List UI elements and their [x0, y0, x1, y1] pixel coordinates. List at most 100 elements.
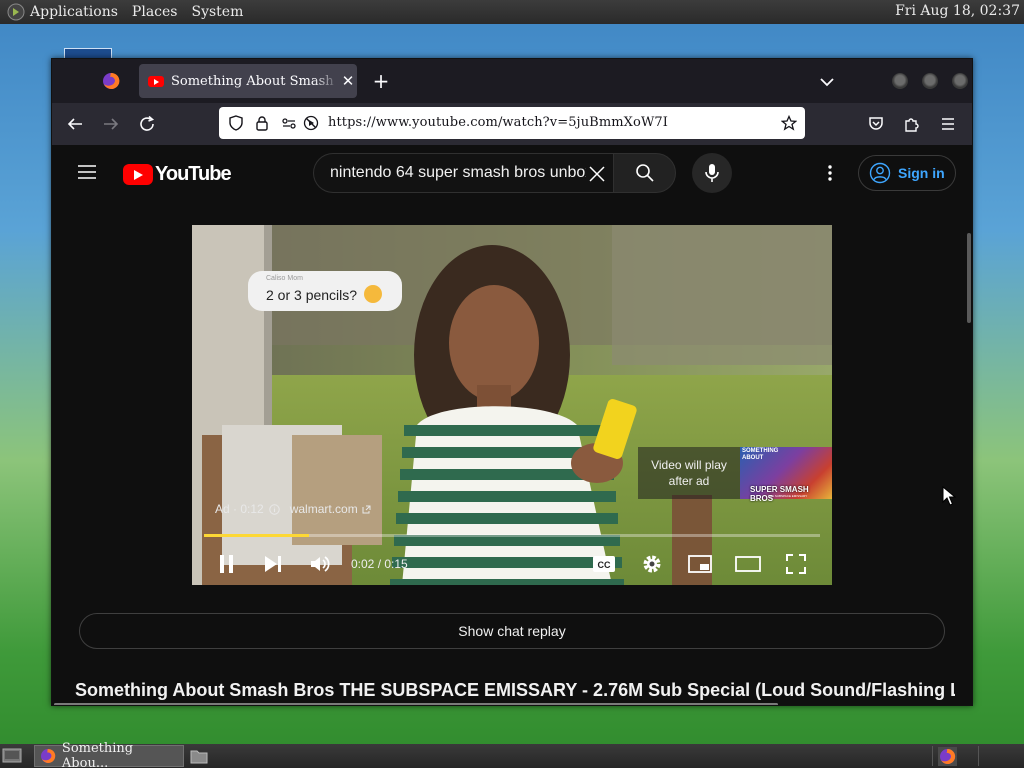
- thumb-top-text: SOMETHING ABOUT: [742, 448, 779, 461]
- mute-button[interactable]: [307, 551, 333, 577]
- ad-preview-label: Video will play after ad: [638, 447, 740, 499]
- video-player[interactable]: Caliso Mom 2 or 3 pencils? Video will pl…: [192, 225, 832, 585]
- vertical-scrollbar[interactable]: [967, 233, 971, 323]
- permissions-icon[interactable]: [281, 115, 297, 131]
- search-button[interactable]: [613, 153, 676, 193]
- file-manager-icon[interactable]: [189, 747, 209, 765]
- grimace-emoji-icon: [364, 285, 382, 303]
- fullscreen-button[interactable]: [783, 551, 809, 577]
- chat-sender: Caliso Mom: [266, 275, 303, 282]
- tab-title: Something About Smash Bros THE SUBSPACE …: [171, 73, 339, 89]
- ad-preview-line1: Video will play: [651, 458, 727, 472]
- tracking-shield-icon[interactable]: [228, 115, 244, 131]
- ad-info-icon[interactable]: [269, 503, 280, 515]
- volume-icon: [311, 556, 330, 572]
- external-link-icon: [362, 505, 371, 513]
- panel-clock[interactable]: Fri Aug 18, 02:37: [895, 3, 1020, 19]
- thumb-sub-text: THE SUBSPACE EMISSARY: [768, 494, 808, 498]
- fullscreen-icon: [786, 554, 806, 574]
- voice-search-button[interactable]: [692, 153, 732, 193]
- tab-bar: Something About Smash Bros THE SUBSPACE …: [52, 59, 972, 103]
- account-icon: [869, 162, 891, 184]
- youtube-play-icon: [123, 164, 153, 185]
- youtube-header: YouTube nintendo 64 super smash bros unb…: [52, 145, 972, 201]
- taskbar-window-label: Something Abou...: [61, 741, 134, 768]
- show-chat-replay-button[interactable]: Show chat replay: [79, 613, 945, 649]
- sign-in-button[interactable]: Sign in: [858, 155, 956, 191]
- upcoming-video-thumbnail[interactable]: SOMETHING ABOUT SUPER SMASH BROS THE SUB…: [740, 447, 832, 503]
- top-panel: Applications Places System Fri Aug 18, 0…: [0, 0, 1024, 24]
- pause-button[interactable]: [214, 551, 240, 577]
- forward-arrow-icon[interactable]: [101, 114, 121, 134]
- ad-preview[interactable]: Video will play after ad SOMETHING ABOUT…: [638, 447, 832, 503]
- window-maximize-button[interactable]: [922, 73, 938, 89]
- more-vertical-icon: [828, 165, 832, 181]
- reload-icon[interactable]: [137, 114, 157, 134]
- bottom-panel: Something Abou...: [0, 741, 1024, 768]
- places-menu[interactable]: Places: [132, 4, 178, 20]
- youtube-logo[interactable]: YouTube: [123, 163, 232, 186]
- subtitles-button[interactable]: CC: [591, 551, 617, 577]
- theater-mode-button[interactable]: [735, 551, 761, 577]
- list-all-tabs-icon[interactable]: [818, 73, 836, 91]
- video-title: Something About Smash Bros THE SUBSPACE …: [75, 680, 955, 700]
- advertiser-link[interactable]: walmart.com: [290, 502, 358, 516]
- tray-separator: [978, 746, 979, 766]
- skip-next-icon: [265, 556, 281, 572]
- gear-icon: [643, 555, 661, 573]
- pocket-icon[interactable]: [866, 114, 886, 134]
- youtube-wordmark: YouTube: [155, 163, 232, 185]
- nav-bar: https://www.youtube.com/watch?v=5juBmmXo…: [52, 103, 972, 145]
- ad-chat-bubble: Caliso Mom 2 or 3 pencils?: [248, 271, 402, 311]
- time-display: 0:02 / 0:15: [351, 557, 408, 571]
- svg-text:CC: CC: [598, 560, 611, 570]
- sign-in-label: Sign in: [898, 165, 945, 181]
- ad-info: Ad · 0:12 walmart.com: [215, 502, 371, 516]
- settings-more-button[interactable]: [820, 161, 840, 185]
- next-button[interactable]: [260, 551, 286, 577]
- youtube-favicon-icon: [148, 75, 164, 87]
- show-desktop-icon[interactable]: [2, 748, 22, 764]
- window-minimize-button[interactable]: [892, 73, 908, 89]
- horizontal-scrollbar[interactable]: [54, 703, 778, 705]
- firefox-window: Something About Smash Bros THE SUBSPACE …: [51, 58, 973, 706]
- theater-mode-icon: [735, 556, 761, 572]
- gnome-foot-icon[interactable]: [6, 2, 26, 22]
- firefox-view-icon[interactable]: [102, 72, 120, 90]
- settings-button[interactable]: [639, 551, 665, 577]
- search-input[interactable]: nintendo 64 super smash bros unboxing: [313, 153, 613, 193]
- guide-menu-icon[interactable]: [77, 164, 97, 180]
- tab-youtube[interactable]: Something About Smash Bros THE SUBSPACE …: [139, 64, 357, 98]
- search-query-text: nintendo 64 super smash bros unboxing: [330, 164, 586, 181]
- back-arrow-icon[interactable]: [65, 114, 85, 134]
- taskbar-window-firefox[interactable]: Something Abou...: [34, 741, 184, 768]
- search-icon: [635, 164, 654, 182]
- window-close-button[interactable]: [952, 73, 968, 89]
- app-menu-icon[interactable]: [938, 114, 958, 134]
- autoplay-blocked-icon[interactable]: [303, 115, 319, 131]
- system-menu[interactable]: System: [191, 4, 243, 20]
- bookmark-star-icon[interactable]: [781, 115, 797, 131]
- miniplayer-icon: [688, 555, 712, 573]
- tray-separator: [932, 746, 933, 766]
- youtube-page: YouTube nintendo 64 super smash bros unb…: [52, 145, 972, 705]
- url-text: https://www.youtube.com/watch?v=5juBmmXo…: [328, 115, 669, 130]
- player-controls: 0:02 / 0:15 CC: [192, 545, 832, 585]
- ad-progress-fill: [204, 534, 309, 537]
- chat-message: 2 or 3 pencils?: [266, 287, 358, 303]
- pause-icon: [220, 555, 233, 573]
- applications-menu[interactable]: Applications: [30, 4, 118, 20]
- new-tab-button[interactable]: +: [370, 70, 392, 92]
- mouse-cursor-icon: [942, 486, 956, 506]
- lock-icon[interactable]: [254, 115, 270, 131]
- ad-preview-line2: after ad: [668, 474, 710, 488]
- clear-search-icon[interactable]: [587, 164, 607, 184]
- closed-captions-icon: CC: [593, 556, 615, 572]
- miniplayer-button[interactable]: [687, 551, 713, 577]
- extensions-puzzle-icon[interactable]: [902, 114, 922, 134]
- microphone-icon: [705, 164, 719, 182]
- tray-firefox-icon[interactable]: [938, 747, 957, 766]
- url-bar[interactable]: https://www.youtube.com/watch?v=5juBmmXo…: [219, 107, 805, 139]
- tab-close-icon[interactable]: ✕: [339, 72, 357, 90]
- ad-progress-bar[interactable]: [204, 534, 820, 537]
